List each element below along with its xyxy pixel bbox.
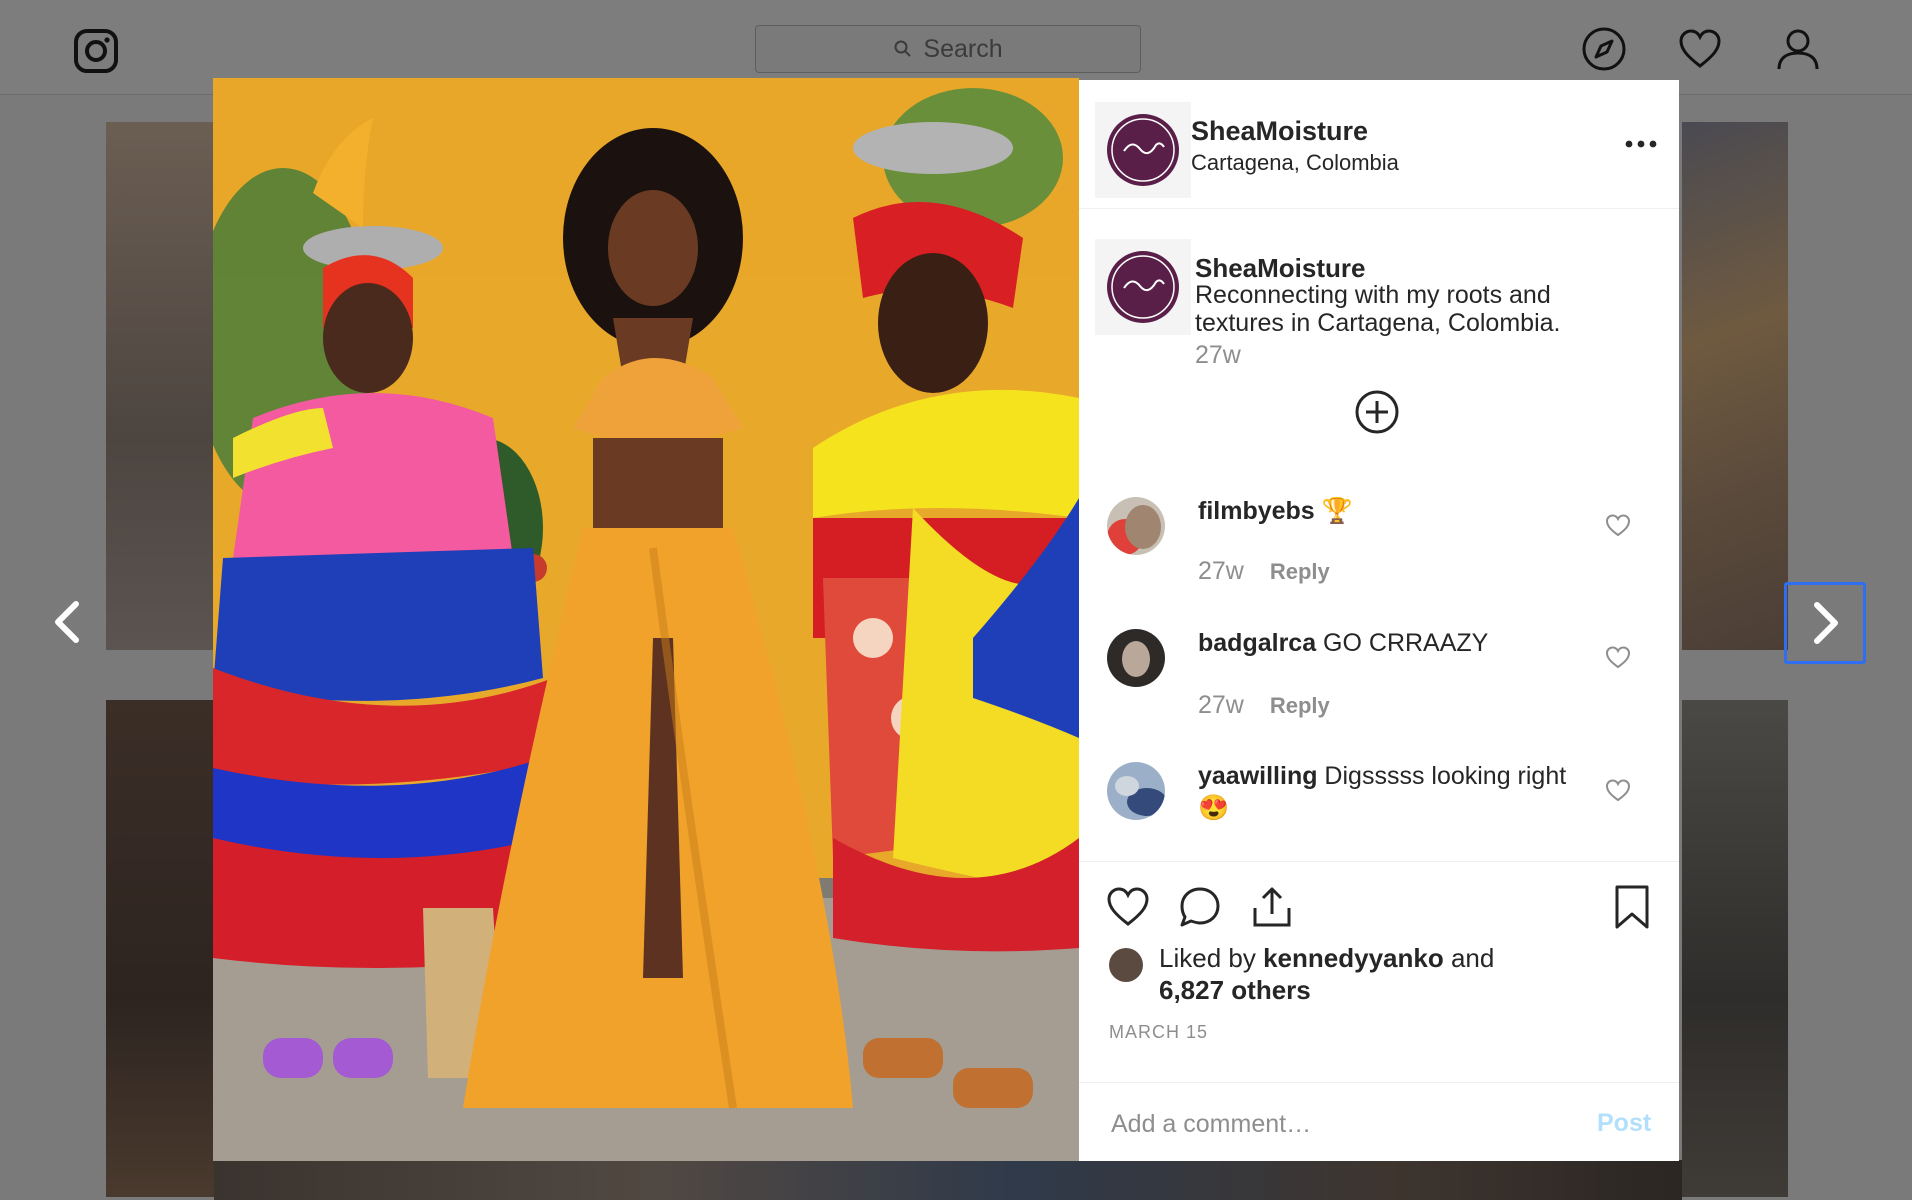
liker-avatar[interactable] [1109, 948, 1143, 982]
comment-text: filmbyebs 🏆 [1198, 495, 1568, 527]
post-photo[interactable] [213, 78, 1079, 1161]
post-date[interactable]: MARCH 15 [1109, 1022, 1208, 1043]
comment-text: badgalrca GO CRRAAZY [1198, 627, 1568, 659]
commenter-avatar[interactable] [1107, 497, 1165, 555]
caption-username[interactable]: SheaMoisture [1195, 253, 1366, 284]
comment-meta: 27w Reply [1198, 691, 1330, 720]
sheamoisture-logo-icon [1107, 251, 1179, 323]
comment-meta: 27w Reply [1198, 557, 1330, 586]
search-placeholder: Search [923, 34, 1003, 63]
commenter-avatar[interactable] [1107, 762, 1165, 820]
activity-heart-icon[interactable] [1677, 26, 1723, 72]
like-comment-heart-icon[interactable] [1605, 645, 1631, 669]
next-post-button[interactable] [1784, 582, 1866, 664]
search-box[interactable]: Search [755, 25, 1141, 73]
instagram-logo-icon[interactable] [73, 28, 119, 74]
comment-body: 🏆 [1314, 497, 1353, 525]
comment-text: yaawilling Digsssss looking right😍 [1198, 760, 1568, 824]
account-avatar[interactable] [1095, 102, 1191, 198]
background-post-thumbnail[interactable] [106, 700, 214, 1197]
comment-username[interactable]: badgalrca [1198, 629, 1316, 657]
like-comment-heart-icon[interactable] [1605, 778, 1631, 802]
reply-button[interactable]: Reply [1270, 559, 1330, 584]
liker-username[interactable]: kennedyyanko [1263, 943, 1444, 973]
comment-time[interactable]: 27w [1198, 691, 1244, 719]
account-name[interactable]: SheaMoisture [1191, 116, 1368, 147]
more-options-icon[interactable] [1623, 132, 1659, 156]
comment-username[interactable]: filmbyebs [1198, 497, 1315, 525]
comments-section[interactable]: SheaMoisture Reconnecting with my roots … [1079, 209, 1679, 860]
background-post-thumbnail-row[interactable] [214, 1160, 1682, 1200]
likes-summary: Liked by kennedyyanko and 6,827 others [1159, 942, 1494, 1006]
comment-time[interactable]: 27w [1198, 557, 1244, 585]
caption-timestamp[interactable]: 27w [1195, 341, 1241, 370]
background-post-thumbnail[interactable] [1682, 700, 1788, 1197]
background-post-thumbnail[interactable] [1682, 122, 1788, 650]
explore-compass-icon[interactable] [1581, 26, 1627, 72]
profile-icon[interactable] [1775, 26, 1821, 72]
next-post-arrow-icon [1814, 602, 1838, 644]
like-comment-heart-icon[interactable] [1605, 513, 1631, 537]
caption-avatar[interactable] [1095, 239, 1191, 335]
post-actions: Liked by kennedyyanko and 6,827 others M… [1079, 861, 1679, 1162]
post-photo-illustration [213, 78, 1079, 1161]
sheamoisture-logo-icon [1107, 114, 1179, 186]
reply-button[interactable]: Reply [1270, 693, 1330, 718]
comment-body: GO CRRAAZY [1316, 629, 1489, 657]
add-comment-bar: Post [1079, 1082, 1679, 1163]
likes-count[interactable]: 6,827 others [1159, 975, 1311, 1005]
save-bookmark-icon[interactable] [1609, 884, 1655, 930]
post-comment-button[interactable]: Post [1597, 1109, 1651, 1138]
likes-prefix: Liked by [1159, 943, 1264, 973]
commenter-avatar[interactable] [1107, 629, 1165, 687]
comment-username[interactable]: yaawilling [1198, 762, 1317, 790]
add-comment-input[interactable] [1109, 1105, 1553, 1143]
comment-bubble-icon[interactable] [1177, 884, 1223, 930]
post-header: SheaMoisture Cartagena, Colombia [1079, 80, 1679, 209]
post-detail-panel: SheaMoisture Cartagena, Colombia SheaMoi… [1079, 80, 1679, 1161]
caption-text: Reconnecting with my roots and textures … [1195, 281, 1561, 337]
search-icon [894, 40, 912, 57]
like-heart-icon[interactable] [1105, 884, 1151, 930]
background-post-thumbnail[interactable] [106, 122, 214, 650]
share-upload-icon[interactable] [1249, 884, 1295, 930]
load-more-comments-icon[interactable] [1354, 389, 1400, 435]
post-location[interactable]: Cartagena, Colombia [1191, 150, 1399, 176]
previous-post-arrow-icon[interactable] [42, 594, 98, 650]
likes-and: and [1443, 943, 1495, 973]
